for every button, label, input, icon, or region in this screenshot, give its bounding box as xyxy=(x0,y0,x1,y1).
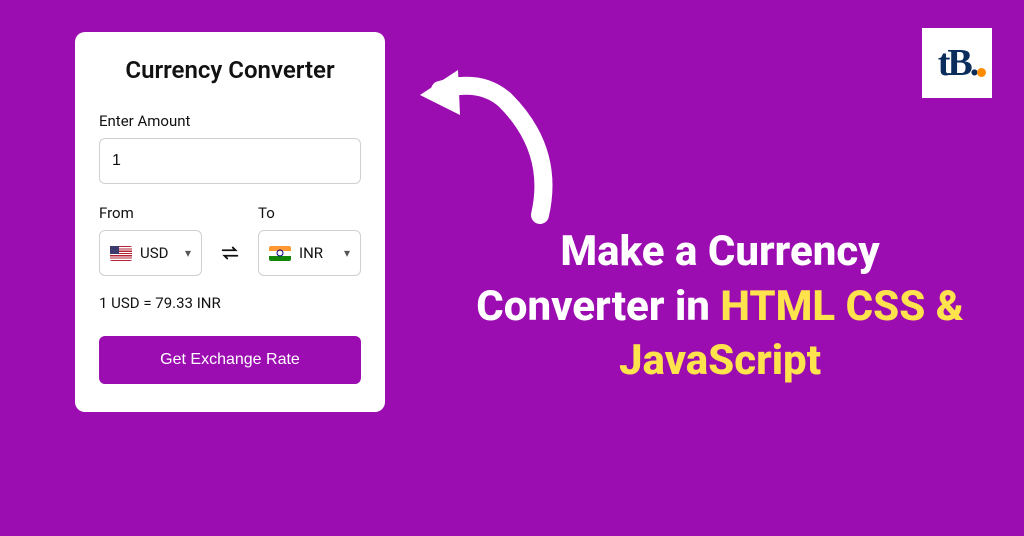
swap-button[interactable] xyxy=(214,230,246,276)
chevron-down-icon: ▾ xyxy=(344,246,350,260)
logo-text: tB. xyxy=(938,41,977,85)
from-currency-select[interactable]: USD ▾ xyxy=(99,230,202,276)
chevron-down-icon: ▾ xyxy=(185,246,191,260)
to-column: To INR ▾ xyxy=(258,204,361,276)
converter-card: Currency Converter Enter Amount From USD… xyxy=(75,32,385,412)
amount-input[interactable] xyxy=(99,138,361,184)
from-currency-code: USD xyxy=(140,244,177,262)
to-currency-code: INR xyxy=(299,244,336,262)
swap-icon xyxy=(219,242,241,264)
india-flag-icon xyxy=(269,246,291,261)
amount-label: Enter Amount xyxy=(99,112,361,130)
card-title: Currency Converter xyxy=(99,56,361,84)
logo-dot-icon xyxy=(977,68,986,77)
us-flag-icon xyxy=(110,246,132,261)
headline: Make a Currency Converter in HTML CSS & … xyxy=(470,225,970,389)
logo: tB. xyxy=(922,28,992,98)
to-label: To xyxy=(258,204,361,222)
curved-arrow-icon xyxy=(410,60,570,230)
currency-row: From USD ▾ To INR ▾ xyxy=(99,204,361,276)
from-label: From xyxy=(99,204,202,222)
get-rate-button[interactable]: Get Exchange Rate xyxy=(99,336,361,384)
from-column: From USD ▾ xyxy=(99,204,202,276)
to-currency-select[interactable]: INR ▾ xyxy=(258,230,361,276)
exchange-rate-text: 1 USD = 79.33 INR xyxy=(99,294,361,312)
